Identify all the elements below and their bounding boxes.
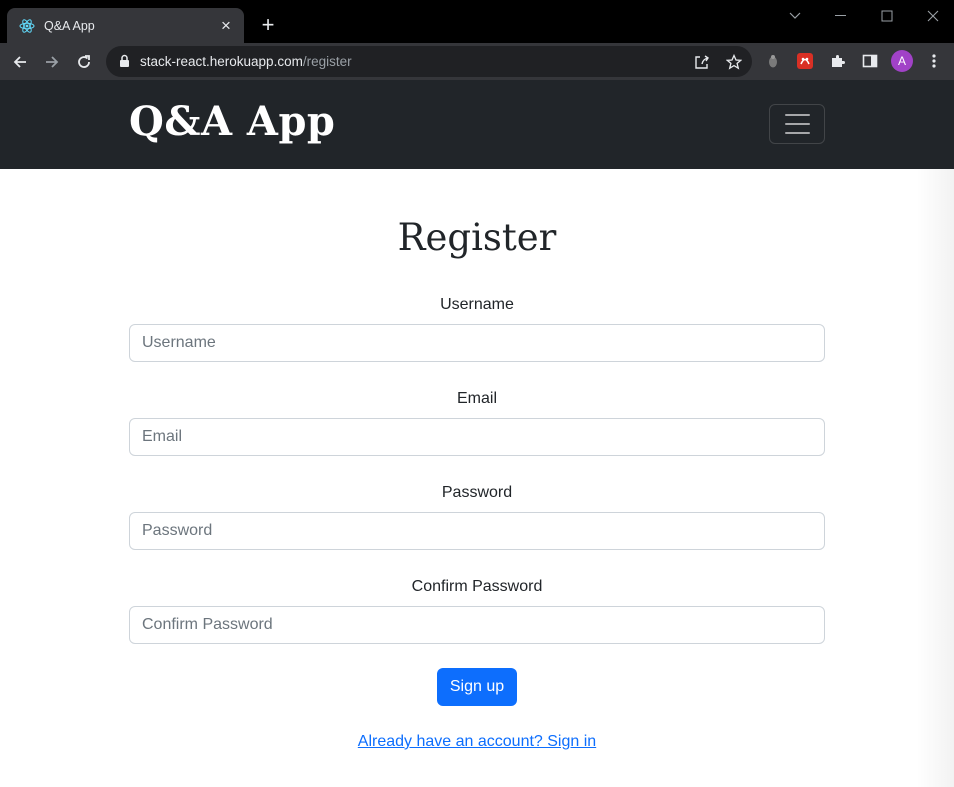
- back-arrow-icon[interactable]: [9, 51, 31, 73]
- url-host: stack-react.herokuapp.com: [140, 54, 303, 69]
- forward-arrow-icon[interactable]: [41, 51, 63, 73]
- page-title: Register: [397, 216, 557, 259]
- extension-red-icon[interactable]: [796, 52, 814, 70]
- sign-in-link[interactable]: Already have an account? Sign in: [0, 733, 954, 751]
- navbar-toggler-button[interactable]: [769, 104, 825, 144]
- side-panel-icon[interactable]: [861, 52, 879, 70]
- tab-title: Q&A App: [44, 18, 95, 33]
- close-window-icon[interactable]: [923, 7, 943, 25]
- react-icon: [19, 18, 35, 34]
- username-label: Username: [440, 296, 514, 313]
- hamburger-icon-line: [784, 132, 810, 134]
- page-edge-shadow: [916, 169, 954, 787]
- url-path: /register: [302, 54, 352, 69]
- extension-icon[interactable]: [764, 52, 782, 70]
- minimize-icon[interactable]: [831, 7, 851, 25]
- confirm-password-input[interactable]: [129, 606, 825, 644]
- share-icon[interactable]: [693, 53, 711, 71]
- lock-icon[interactable]: [119, 54, 130, 73]
- reload-icon[interactable]: [73, 51, 95, 73]
- hamburger-icon-line: [784, 114, 810, 116]
- browser-toolbar: stack-react.herokuapp.com/register: [0, 43, 954, 80]
- profile-avatar[interactable]: A: [891, 50, 913, 72]
- tab-search-icon[interactable]: [785, 7, 805, 25]
- confirm-password-label: Confirm Password: [411, 578, 543, 595]
- extensions-puzzle-icon[interactable]: [829, 52, 847, 70]
- email-label: Email: [456, 390, 497, 407]
- close-tab-icon[interactable]: ×: [218, 17, 234, 34]
- maximize-icon[interactable]: [877, 7, 897, 25]
- password-label: Password: [441, 484, 513, 501]
- browser-tab[interactable]: Q&A App ×: [7, 8, 244, 43]
- email-input[interactable]: [129, 418, 825, 456]
- password-input[interactable]: [129, 512, 825, 550]
- address-bar[interactable]: stack-react.herokuapp.com/register: [106, 46, 752, 77]
- new-tab-button[interactable]: +: [257, 14, 279, 36]
- username-input[interactable]: [129, 324, 825, 362]
- app-navbar: Q&A App: [0, 80, 954, 169]
- sign-up-button[interactable]: Sign up: [437, 668, 517, 706]
- bookmark-star-icon[interactable]: [725, 53, 743, 71]
- menu-kebab-icon[interactable]: [925, 52, 943, 70]
- navbar-brand[interactable]: Q&A App: [129, 98, 335, 145]
- url-text: stack-react.herokuapp.com/register: [140, 54, 352, 69]
- hamburger-icon-line: [784, 123, 810, 125]
- browser-tab-strip: Q&A App × +: [0, 0, 954, 43]
